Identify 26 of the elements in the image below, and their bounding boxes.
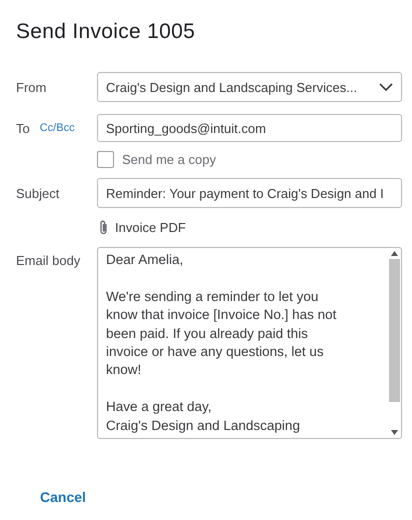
paperclip-icon xyxy=(100,220,108,235)
from-dropdown[interactable]: Craig's Design and Landscaping Services... xyxy=(97,72,402,102)
subject-field[interactable]: Reminder: Your payment to Craig's Design and I xyxy=(97,178,402,208)
email-body-label: Email body xyxy=(16,252,82,268)
dialog-title: Send Invoice 1005 xyxy=(16,19,196,45)
body-text-line: know! xyxy=(106,361,142,380)
email-body-field[interactable] xyxy=(97,247,402,439)
to-label: To xyxy=(16,120,30,136)
scroll-down-icon[interactable] xyxy=(391,430,398,435)
invoice-pdf-link[interactable]: Invoice PDF xyxy=(115,220,186,235)
subject-label: Subject xyxy=(16,186,60,200)
body-text-line: We're sending a reminder to let you xyxy=(106,288,320,306)
body-text-line: Have a great day, xyxy=(106,398,213,416)
send-copy-label: Send me a copy xyxy=(122,152,216,167)
to-field[interactable]: Sporting_goods@intuit.com xyxy=(97,114,402,142)
body-text-line: Dear Amelia, xyxy=(106,251,184,269)
body-text-line: invoice or have any questions, let us xyxy=(106,342,325,361)
scroll-up-icon[interactable] xyxy=(391,251,398,256)
send-copy-checkbox[interactable] xyxy=(97,151,114,168)
body-text-line: Craig's Design and Landscaping xyxy=(106,416,301,435)
chevron-down-icon xyxy=(379,82,393,92)
cancel-link[interactable]: Cancel xyxy=(40,489,86,505)
body-text-line: been paid. If you already paid this xyxy=(106,324,309,343)
from-label: From xyxy=(16,80,48,94)
cc-bcc-link[interactable]: Cc/Bcc xyxy=(40,122,75,134)
body-text-line: know that invoice [Invoice No.] has not xyxy=(106,306,338,324)
